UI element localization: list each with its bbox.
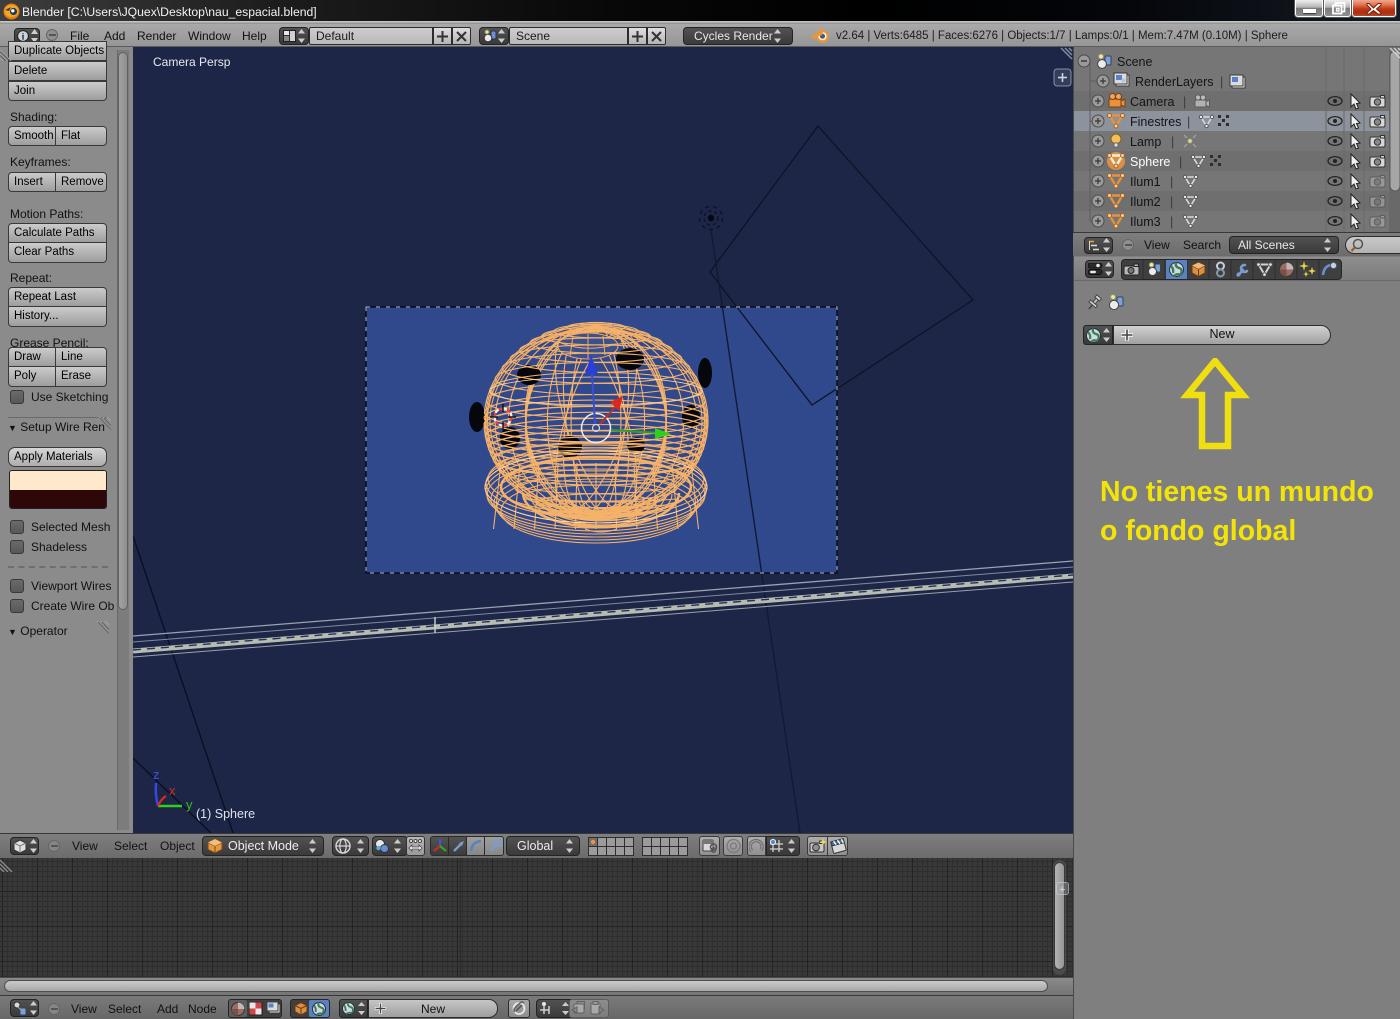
svg-text:Ilum2: Ilum2	[1130, 195, 1161, 209]
svg-text:Camera: Camera	[1130, 95, 1175, 109]
svg-text:x: x	[169, 783, 176, 798]
svg-text:Ilum3: Ilum3	[1130, 215, 1161, 229]
svg-text:RenderLayers: RenderLayers	[1135, 75, 1214, 89]
svg-text:|: |	[1187, 115, 1190, 129]
svg-text:(1) Sphere: (1) Sphere	[196, 807, 255, 821]
svg-text:y: y	[186, 797, 193, 812]
svg-text:Ilum1: Ilum1	[1130, 175, 1161, 189]
svg-text:Camera Persp: Camera Persp	[153, 55, 231, 69]
svg-text:|: |	[1171, 135, 1174, 149]
svg-text:Sphere: Sphere	[1130, 155, 1170, 169]
svg-text:|: |	[1170, 195, 1173, 209]
svg-text:|: |	[1179, 155, 1182, 169]
svg-text:|: |	[1170, 215, 1173, 229]
svg-text:|: |	[1170, 175, 1173, 189]
svg-text:|: |	[1220, 75, 1223, 89]
svg-text:Finestres: Finestres	[1130, 115, 1181, 129]
svg-text:Lamp: Lamp	[1130, 135, 1161, 149]
svg-text:z: z	[153, 767, 160, 782]
svg-text:Scene: Scene	[1117, 55, 1152, 69]
svg-text:|: |	[1183, 95, 1186, 109]
